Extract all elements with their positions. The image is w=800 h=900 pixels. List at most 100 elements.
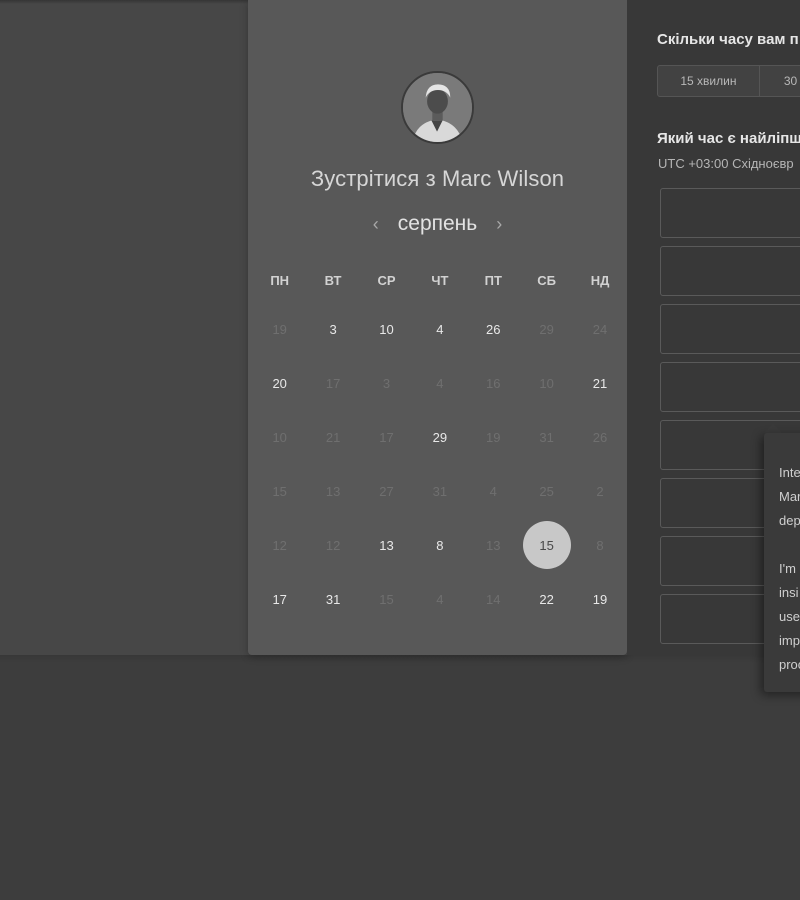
month-navigation: ‹ серпень ›: [248, 211, 627, 237]
calendar-day-number: 3: [382, 375, 391, 391]
popover-text-line: Mar: [779, 489, 800, 504]
calendar-day: 26: [573, 410, 626, 464]
popover-text-line: imp: [779, 633, 800, 648]
meeting-title: Зустрітися з Marc Wilson: [310, 166, 565, 191]
time-slot-button[interactable]: 14: [660, 188, 800, 238]
calendar-day: 10: [520, 356, 573, 410]
popover-text-line: use: [779, 609, 800, 624]
calendar-day[interactable]: 22: [520, 572, 573, 626]
calendar-day[interactable]: 8: [413, 518, 466, 572]
chevron-right-icon[interactable]: ›: [487, 212, 511, 236]
calendar-day: 8: [573, 518, 626, 572]
calendar-day-number: 16: [486, 375, 501, 391]
calendar-day[interactable]: 29: [413, 410, 466, 464]
calendar-day-number: 19: [486, 429, 501, 445]
calendar-day-number: 8: [596, 537, 604, 553]
calendar-day: 15: [360, 572, 413, 626]
weekday-header: ВТ: [324, 272, 342, 288]
calendar-day: 31: [520, 410, 573, 464]
calendar-day: 3: [360, 356, 413, 410]
calendar-day-number: 14: [486, 591, 501, 607]
calendar-day-number: 2: [596, 483, 604, 499]
popover-text-line: insi: [779, 585, 799, 600]
calendar-day-selected[interactable]: 15: [520, 518, 573, 572]
time-slot-button[interactable]: 1: [660, 304, 800, 354]
weekday-header: СР: [377, 272, 396, 288]
calendar-day[interactable]: 4: [413, 302, 466, 356]
calendar-day-number: 13: [325, 483, 341, 499]
calendar-day-number: 8: [436, 537, 444, 553]
weekday-header: ПН: [270, 272, 290, 288]
calendar-day: 12: [253, 518, 306, 572]
calendar-day: 29: [520, 302, 573, 356]
calendar-day: 25: [520, 464, 573, 518]
calendar-day: 4: [413, 572, 466, 626]
popover-text-line: proc: [779, 657, 800, 672]
time-slot-button[interactable]: 1: [660, 246, 800, 296]
calendar-day: 24: [573, 302, 626, 356]
calendar-day-number: 12: [325, 537, 341, 553]
popover-text-line: I'm: [779, 561, 796, 576]
calendar-day: 15: [253, 464, 306, 518]
calendar-day[interactable]: 21: [573, 356, 626, 410]
calendar-day[interactable]: 19: [573, 572, 626, 626]
calendar-day-number: 31: [325, 591, 341, 607]
calendar-day-number: 15: [379, 591, 394, 607]
duration-option-30[interactable]: 30: [760, 66, 800, 96]
weekday-header: СБ: [537, 272, 557, 288]
calendar-day: 4: [413, 356, 466, 410]
timezone-label: UTC +03:00 Східноєвр: [658, 156, 794, 171]
calendar-day: 12: [306, 518, 359, 572]
calendar-day[interactable]: 17: [253, 572, 306, 626]
calendar-day-number: 24: [592, 321, 608, 337]
chevron-left-icon[interactable]: ‹: [364, 212, 388, 236]
calendar-day-number: 3: [329, 321, 337, 337]
calendar-day-number: 27: [379, 483, 394, 499]
calendar-day-number: 13: [379, 537, 394, 553]
calendar-day-number: 31: [432, 483, 448, 499]
calendar-day-number: 19: [272, 321, 287, 337]
calendar-day[interactable]: 31: [306, 572, 359, 626]
calendar-day-number: 25: [539, 483, 554, 499]
duration-option-15[interactable]: 15 хвилин: [658, 66, 760, 96]
calendar-day-number: 4: [436, 321, 444, 337]
calendar-day-number: 26: [592, 429, 608, 445]
host-bio-popover: Inte Mar dep I'm insi use imp proc: [764, 433, 800, 692]
calendar-day-number: 10: [272, 429, 287, 445]
calendar-day: 10: [253, 410, 306, 464]
calendar-day: 13: [467, 518, 520, 572]
time-question: Який час є найліпш: [657, 130, 800, 147]
calendar-day-number: 15: [272, 483, 287, 499]
calendar-day-number: 17: [379, 429, 394, 445]
calendar-day: 19: [253, 302, 306, 356]
popover-text-line: Inte: [779, 465, 800, 480]
duration-selector: 15 хвилин 30: [657, 65, 800, 97]
calendar-day[interactable]: 3: [306, 302, 359, 356]
time-slot-button[interactable]: 1: [660, 362, 800, 412]
popover-arrow: [764, 424, 782, 433]
calendar-day-number: 21: [592, 375, 608, 391]
month-label: серпень: [397, 212, 478, 235]
calendar-day: 14: [467, 572, 520, 626]
calendar-day: 17: [306, 356, 359, 410]
calendar-day: 17: [360, 410, 413, 464]
calendar-day-number: 21: [325, 429, 341, 445]
calendar-day[interactable]: 20: [253, 356, 306, 410]
host-photo: [403, 73, 472, 142]
calendar-day[interactable]: 26: [467, 302, 520, 356]
calendar-day[interactable]: 13: [360, 518, 413, 572]
duration-question: Скільки часу вам п: [657, 31, 799, 48]
calendar-day-number: 12: [272, 537, 287, 553]
calendar-day[interactable]: 10: [360, 302, 413, 356]
calendar-day: 21: [306, 410, 359, 464]
weekday-header: НД: [590, 272, 610, 288]
popover-text-line: dep: [779, 513, 800, 528]
calendar-day: 13: [306, 464, 359, 518]
avatar: [401, 71, 474, 144]
weekday-header: ЧТ: [431, 272, 449, 288]
calendar-day-number: 20: [272, 375, 287, 391]
calendar-day: 16: [467, 356, 520, 410]
calendar-day-number: 17: [272, 591, 287, 607]
calendar-day: 19: [467, 410, 520, 464]
calendar-day-number: 29: [432, 429, 448, 445]
